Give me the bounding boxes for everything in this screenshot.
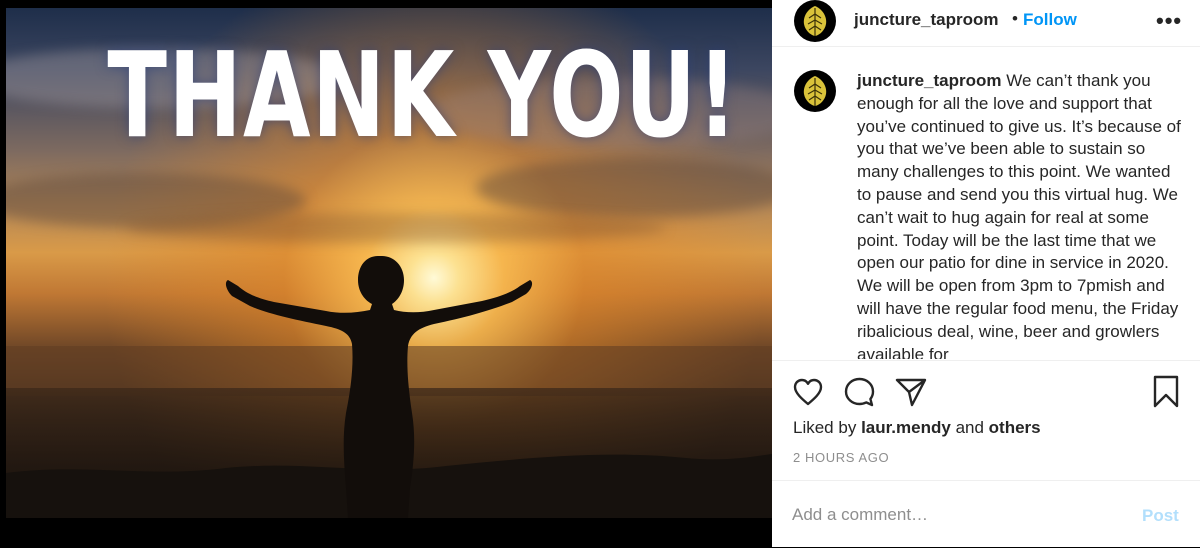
post-image[interactable]: THANK YOU! bbox=[6, 8, 772, 518]
bookmark-icon[interactable] bbox=[1150, 374, 1182, 410]
comment-icon[interactable] bbox=[843, 376, 876, 409]
leaf-logo-icon bbox=[803, 76, 827, 106]
caption: juncture_taproom We can’t thank you enou… bbox=[857, 70, 1187, 359]
caption-username[interactable]: juncture_taproom bbox=[857, 71, 1002, 90]
header-separator: • bbox=[1012, 9, 1018, 28]
paper-plane-icon[interactable] bbox=[894, 376, 928, 408]
likes-prefix: Liked by bbox=[793, 418, 857, 437]
likes-summary: Liked by laur.mendy and others bbox=[793, 418, 1041, 438]
comment-input[interactable] bbox=[792, 503, 1112, 527]
thank-you-overlay-text: THANK YOU! bbox=[107, 26, 739, 164]
caption-scroll-area[interactable]: juncture_taproom We can’t thank you enou… bbox=[772, 47, 1200, 359]
follow-button[interactable]: Follow bbox=[1023, 10, 1077, 30]
more-options-icon[interactable]: ••• bbox=[1156, 8, 1182, 34]
post-media: THANK YOU! bbox=[0, 0, 772, 547]
post-detail-panel: juncture_taproom • Follow ••• juncture_t… bbox=[772, 0, 1200, 547]
post-header: juncture_taproom • Follow ••• bbox=[772, 0, 1200, 47]
caption-text: We can’t thank you enough for all the lo… bbox=[857, 71, 1181, 359]
liked-by-others-link[interactable]: others bbox=[989, 418, 1041, 437]
heart-icon[interactable] bbox=[792, 377, 824, 407]
header-username[interactable]: juncture_taproom bbox=[854, 10, 999, 30]
action-bar bbox=[772, 360, 1200, 421]
post-comment-button[interactable]: Post bbox=[1142, 506, 1179, 526]
likes-conjunction: and bbox=[955, 418, 984, 437]
leaf-logo-icon bbox=[803, 6, 827, 36]
liked-by-user-link[interactable]: laur.mendy bbox=[861, 418, 951, 437]
caption-avatar[interactable] bbox=[794, 70, 836, 112]
comment-bar: Post bbox=[772, 480, 1200, 548]
avatar[interactable] bbox=[794, 0, 836, 42]
post-timestamp[interactable]: 2 HOURS AGO bbox=[793, 450, 889, 465]
